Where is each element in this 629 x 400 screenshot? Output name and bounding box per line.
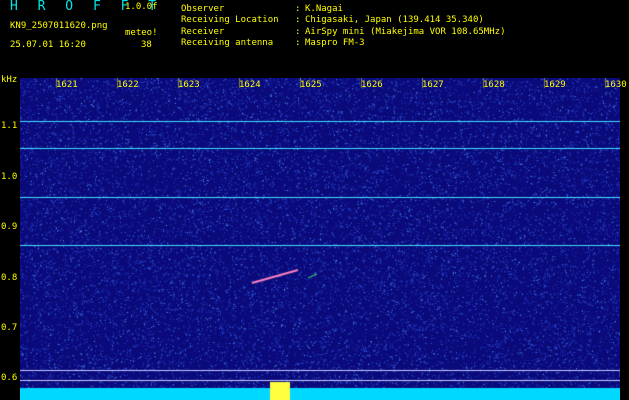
info-value-receiver: AirSpy mini (Miakejima VOR 108.65MHz) bbox=[305, 27, 506, 37]
y-unit-label: kHz bbox=[1, 75, 18, 85]
y-tick-label: 0.9 bbox=[1, 222, 18, 232]
info-label-antenna: Receiving antenna bbox=[181, 38, 274, 48]
y-tick-label: 1.1 bbox=[1, 121, 18, 131]
x-tick-label: 1625 bbox=[300, 80, 322, 90]
filename-label: KN9_2507011620.png bbox=[10, 21, 108, 31]
header-panel: H R O F F T 1.0.0f KN9_2507011620.png me… bbox=[0, 0, 629, 85]
y-tick-label: 1.0 bbox=[1, 172, 18, 182]
info-value-location: Chigasaki, Japan (139.414 35.340) bbox=[305, 15, 484, 25]
info-sep: : bbox=[295, 27, 301, 37]
spectrogram-canvas bbox=[20, 78, 620, 400]
x-tick-label: 1630 bbox=[605, 80, 627, 90]
info-label-observer: Observer bbox=[181, 4, 225, 14]
x-tick-label: 1627 bbox=[422, 80, 444, 90]
right-edge-strip bbox=[621, 78, 629, 400]
x-tick-label: 1624 bbox=[239, 80, 261, 90]
y-tick-label: 0.6 bbox=[1, 373, 18, 383]
info-value-antenna: Maspro FM-3 bbox=[305, 38, 365, 48]
x-tick-label: 1621 bbox=[56, 80, 78, 90]
info-sep: : bbox=[295, 4, 301, 14]
info-label-location: Receiving Location bbox=[181, 15, 279, 25]
y-tick-label: 0.8 bbox=[1, 273, 18, 283]
info-sep: : bbox=[295, 38, 301, 48]
version-label: 1.0.0f bbox=[125, 2, 158, 12]
x-tick-label: 1622 bbox=[117, 80, 139, 90]
info-value-observer: K.Nagai bbox=[305, 4, 343, 14]
y-tick-label: 0.7 bbox=[1, 323, 18, 333]
count-label: 38 bbox=[141, 40, 152, 50]
x-tick-label: 1629 bbox=[544, 80, 566, 90]
spectrogram-plot bbox=[20, 78, 620, 400]
x-tick-label: 1626 bbox=[361, 80, 383, 90]
x-tick-label: 1623 bbox=[178, 80, 200, 90]
datetime-label: 25.07.01 16:20 bbox=[10, 40, 86, 50]
info-label-receiver: Receiver bbox=[181, 27, 225, 37]
x-tick-label: 1628 bbox=[483, 80, 505, 90]
info-sep: : bbox=[295, 15, 301, 25]
mode-label: meteo! bbox=[125, 28, 158, 38]
